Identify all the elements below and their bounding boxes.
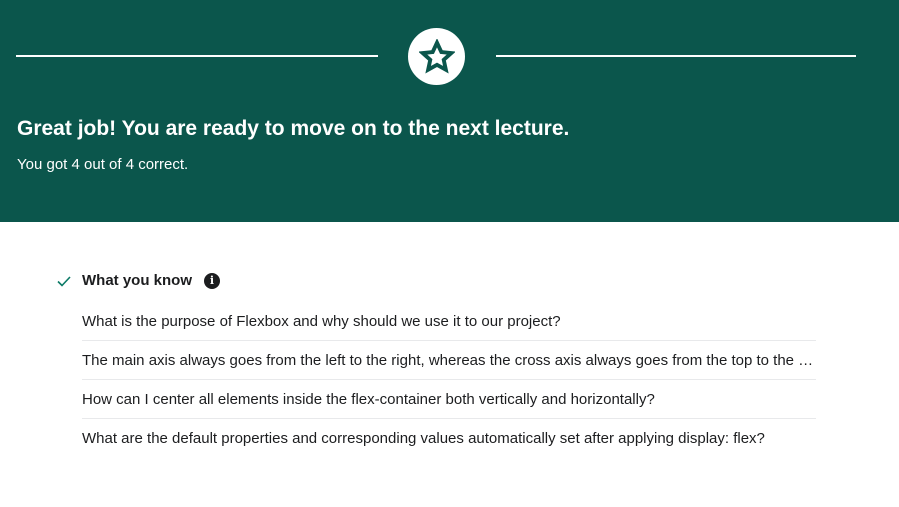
- check-icon: [57, 275, 71, 287]
- star-badge: [408, 28, 465, 85]
- what-you-know-header: What you know i: [56, 272, 220, 289]
- question-item[interactable]: How can I center all elements inside the…: [82, 380, 816, 419]
- question-item[interactable]: What is the purpose of Flexbox and why s…: [82, 302, 816, 341]
- result-score: You got 4 out of 4 correct.: [17, 156, 189, 173]
- star-icon: [418, 38, 455, 74]
- result-banner: Great job! You are ready to move on to t…: [0, 0, 899, 222]
- divider-left: [16, 55, 378, 57]
- info-icon[interactable]: i: [204, 272, 220, 289]
- question-list: What is the purpose of Flexbox and why s…: [82, 302, 816, 458]
- question-item[interactable]: What are the default properties and corr…: [82, 419, 816, 458]
- divider-right: [496, 55, 856, 57]
- section-heading: What you know: [82, 272, 192, 289]
- question-item[interactable]: The main axis always goes from the left …: [82, 341, 816, 380]
- result-title: Great job! You are ready to move on to t…: [17, 117, 570, 140]
